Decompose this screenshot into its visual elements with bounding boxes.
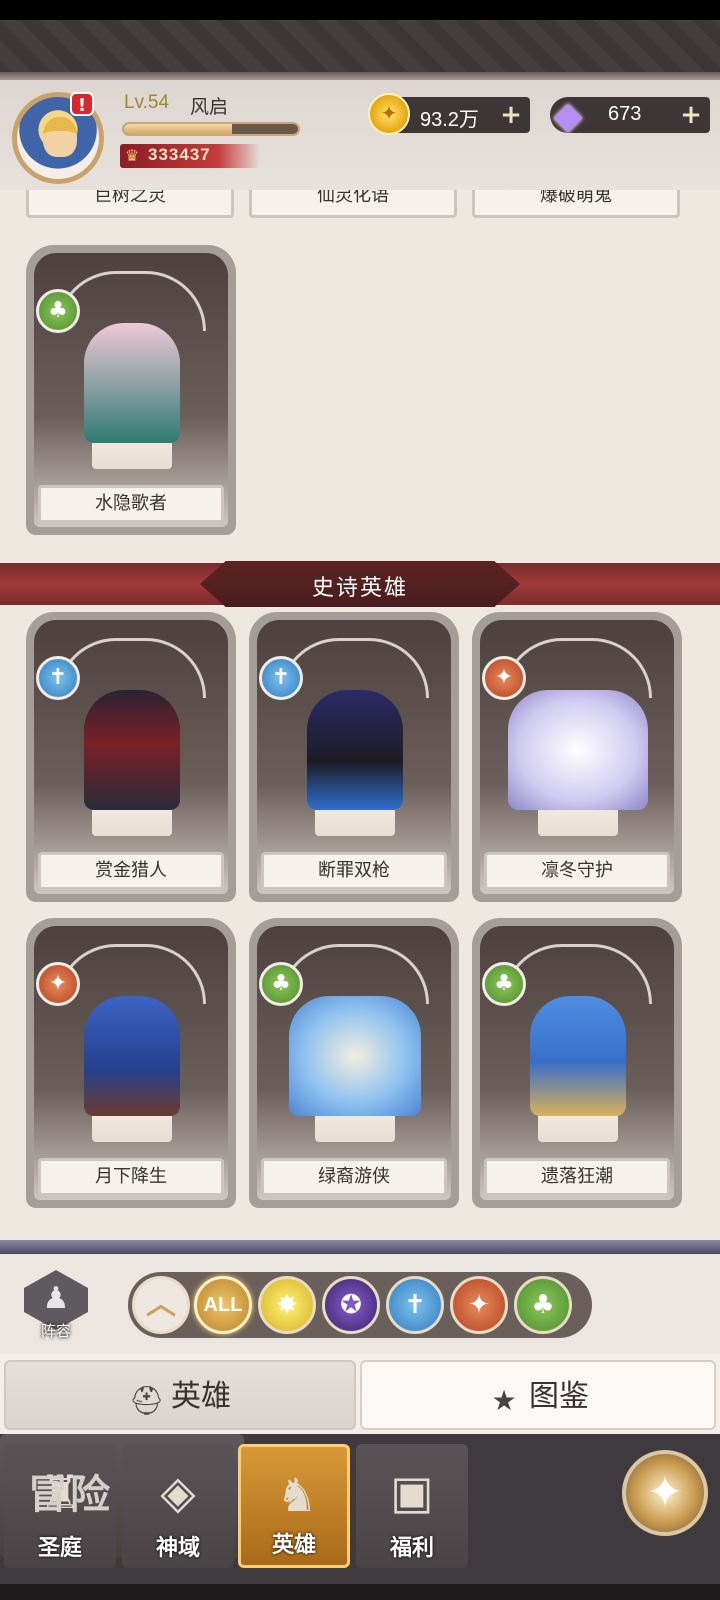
filter-holy-faction-icon[interactable]: ✝ (386, 1276, 444, 1334)
card-arch (56, 944, 206, 1004)
tab-codex[interactable]: ★ 图鉴 (360, 1360, 716, 1430)
hero-portrait (289, 996, 421, 1116)
nav-welfare[interactable]: ▣ 福利 (356, 1444, 468, 1568)
bottom-navigation: ♜ 圣庭 ◈ 神域 ♞ 英雄 ▣ 福利 冒险 ✦ (0, 1434, 720, 1600)
tab-heroes-label: 英雄 (171, 1379, 231, 1414)
hero-portrait (530, 996, 626, 1116)
horned-helmet-icon: ♞ (276, 1468, 318, 1522)
player-level: Lv.54 (124, 92, 170, 113)
card-arch (279, 944, 429, 1004)
hero-card-partial[interactable]: 仙灵化语 (249, 190, 457, 218)
card-arch (56, 271, 206, 331)
hero-portrait (307, 690, 403, 810)
nav-bottom-pad (0, 1584, 720, 1600)
add-gold-button[interactable]: + (498, 101, 524, 129)
hero-name: 绿裔游侠 (261, 1158, 447, 1196)
card-arch (279, 638, 429, 698)
power-value: 333437 (148, 145, 211, 164)
crystal-altar-icon: ◈ (160, 1465, 196, 1519)
filter-all-button[interactable]: ALL (194, 1276, 252, 1334)
gold-amount: 93.2万 (420, 109, 479, 131)
hero-card[interactable]: ✦ 月下降生 (26, 918, 236, 1208)
collapse-filter-button[interactable]: ︿ (132, 1276, 190, 1334)
nav-domain[interactable]: ◈ 神域 (122, 1444, 234, 1568)
player-name: 风启 (190, 96, 229, 118)
helmet-icon: ⛑ (129, 1384, 165, 1417)
filter-dark-faction-icon[interactable]: ✪ (322, 1276, 380, 1334)
hero-card[interactable]: ♣ 水隐歌者 (26, 245, 236, 535)
tab-heroes[interactable]: ⛑ 英雄 (4, 1360, 356, 1430)
hero-name: 爆破萌鬼 (540, 190, 612, 206)
hero-card[interactable]: ✝ 断罪双枪 (249, 612, 459, 902)
add-gems-button[interactable]: + (678, 101, 704, 129)
gem-amount: 673 (608, 103, 642, 125)
nav-heroes[interactable]: ♞ 英雄 (238, 1444, 350, 1568)
nav-label: 神域 (155, 1536, 200, 1561)
section-title: 史诗英雄 (311, 576, 408, 601)
adventure-label: 冒险 (28, 1472, 112, 1518)
next-section-peek (0, 1240, 720, 1254)
tab-codex-label: 图鉴 (529, 1379, 589, 1414)
top-decorative-band (0, 20, 720, 80)
holy-faction-icon: ✝ (36, 656, 80, 700)
avatar-portrait-icon (43, 117, 77, 157)
hero-name: 水隐歌者 (38, 485, 224, 523)
hero-portrait (84, 323, 180, 443)
hero-name: 断罪双枪 (261, 852, 447, 890)
gold-coin-icon (368, 93, 410, 135)
hero-card-partial[interactable]: 巨树之灵 (26, 190, 234, 218)
hero-name: 凛冬守护 (484, 852, 670, 890)
card-arch (502, 638, 652, 698)
treasure-chest-icon: ▣ (390, 1465, 434, 1519)
faction-filter-bar: ♟ 阵容 ︿ ALL ✸ ✪ ✝ ✦ ♣ (0, 1254, 720, 1354)
hero-portrait (508, 690, 648, 810)
beast-faction-icon: ✦ (482, 656, 526, 700)
hero-name: 遗落狂潮 (484, 1158, 670, 1196)
nav-label: 福利 (389, 1536, 434, 1561)
player-header: ! Lv.54 风启 ♛ 333437 93.2万 + ◆ 673 + (0, 80, 720, 190)
hero-card-partial[interactable]: 爆破萌鬼 (472, 190, 680, 218)
diamond-icon: ◆ (553, 93, 583, 137)
hero-card[interactable]: ♣ 绿裔游侠 (249, 918, 459, 1208)
holy-faction-icon: ✝ (259, 656, 303, 700)
hero-portrait (84, 690, 180, 810)
view-tabs: ⛑ 英雄 ★ 图鉴 (0, 1354, 720, 1434)
compass-icon: ✦ (622, 1450, 708, 1536)
nature-faction-icon: ♣ (482, 962, 526, 1006)
lineup-label: 阵容 (40, 1322, 71, 1340)
status-bar (0, 0, 720, 20)
filter-nature-faction-icon[interactable]: ♣ (514, 1276, 572, 1334)
hero-name: 仙灵化语 (317, 190, 389, 206)
faction-filter-track: ︿ ALL ✸ ✪ ✝ ✦ ♣ (128, 1272, 592, 1338)
hero-name: 月下降生 (38, 1158, 224, 1196)
star-book-icon: ★ (491, 1384, 517, 1417)
card-arch (502, 944, 652, 1004)
xp-bar-fill (124, 124, 232, 134)
card-arch (56, 638, 206, 698)
nature-faction-icon: ♣ (259, 962, 303, 1006)
power-display: ♛ 333437 (120, 144, 260, 168)
filter-beast-faction-icon[interactable]: ✦ (450, 1276, 508, 1334)
nav-label: 英雄 (271, 1533, 316, 1558)
section-banner-epic: 史诗英雄 (0, 561, 720, 607)
hero-name: 巨树之灵 (94, 190, 166, 206)
nature-faction-icon: ♣ (36, 289, 80, 333)
hero-card[interactable]: ♣ 遗落狂潮 (472, 918, 682, 1208)
nav-label: 圣庭 (37, 1536, 82, 1561)
filter-light-faction-icon[interactable]: ✸ (258, 1276, 316, 1334)
hero-card[interactable]: ✦ 凛冬守护 (472, 612, 682, 902)
power-icon: ♛ (124, 146, 140, 165)
hero-name: 赏金猎人 (38, 852, 224, 890)
hero-card[interactable]: ✝ 赏金猎人 (26, 612, 236, 902)
lineup-button[interactable]: ♟ 阵容 (20, 1270, 92, 1344)
gold-currency: 93.2万 + (368, 93, 530, 135)
xp-bar (122, 122, 300, 136)
hero-portrait (84, 996, 180, 1116)
gem-currency: ◆ 673 + (550, 93, 710, 137)
beast-faction-icon: ✦ (36, 962, 80, 1006)
alert-badge: ! (70, 92, 94, 116)
